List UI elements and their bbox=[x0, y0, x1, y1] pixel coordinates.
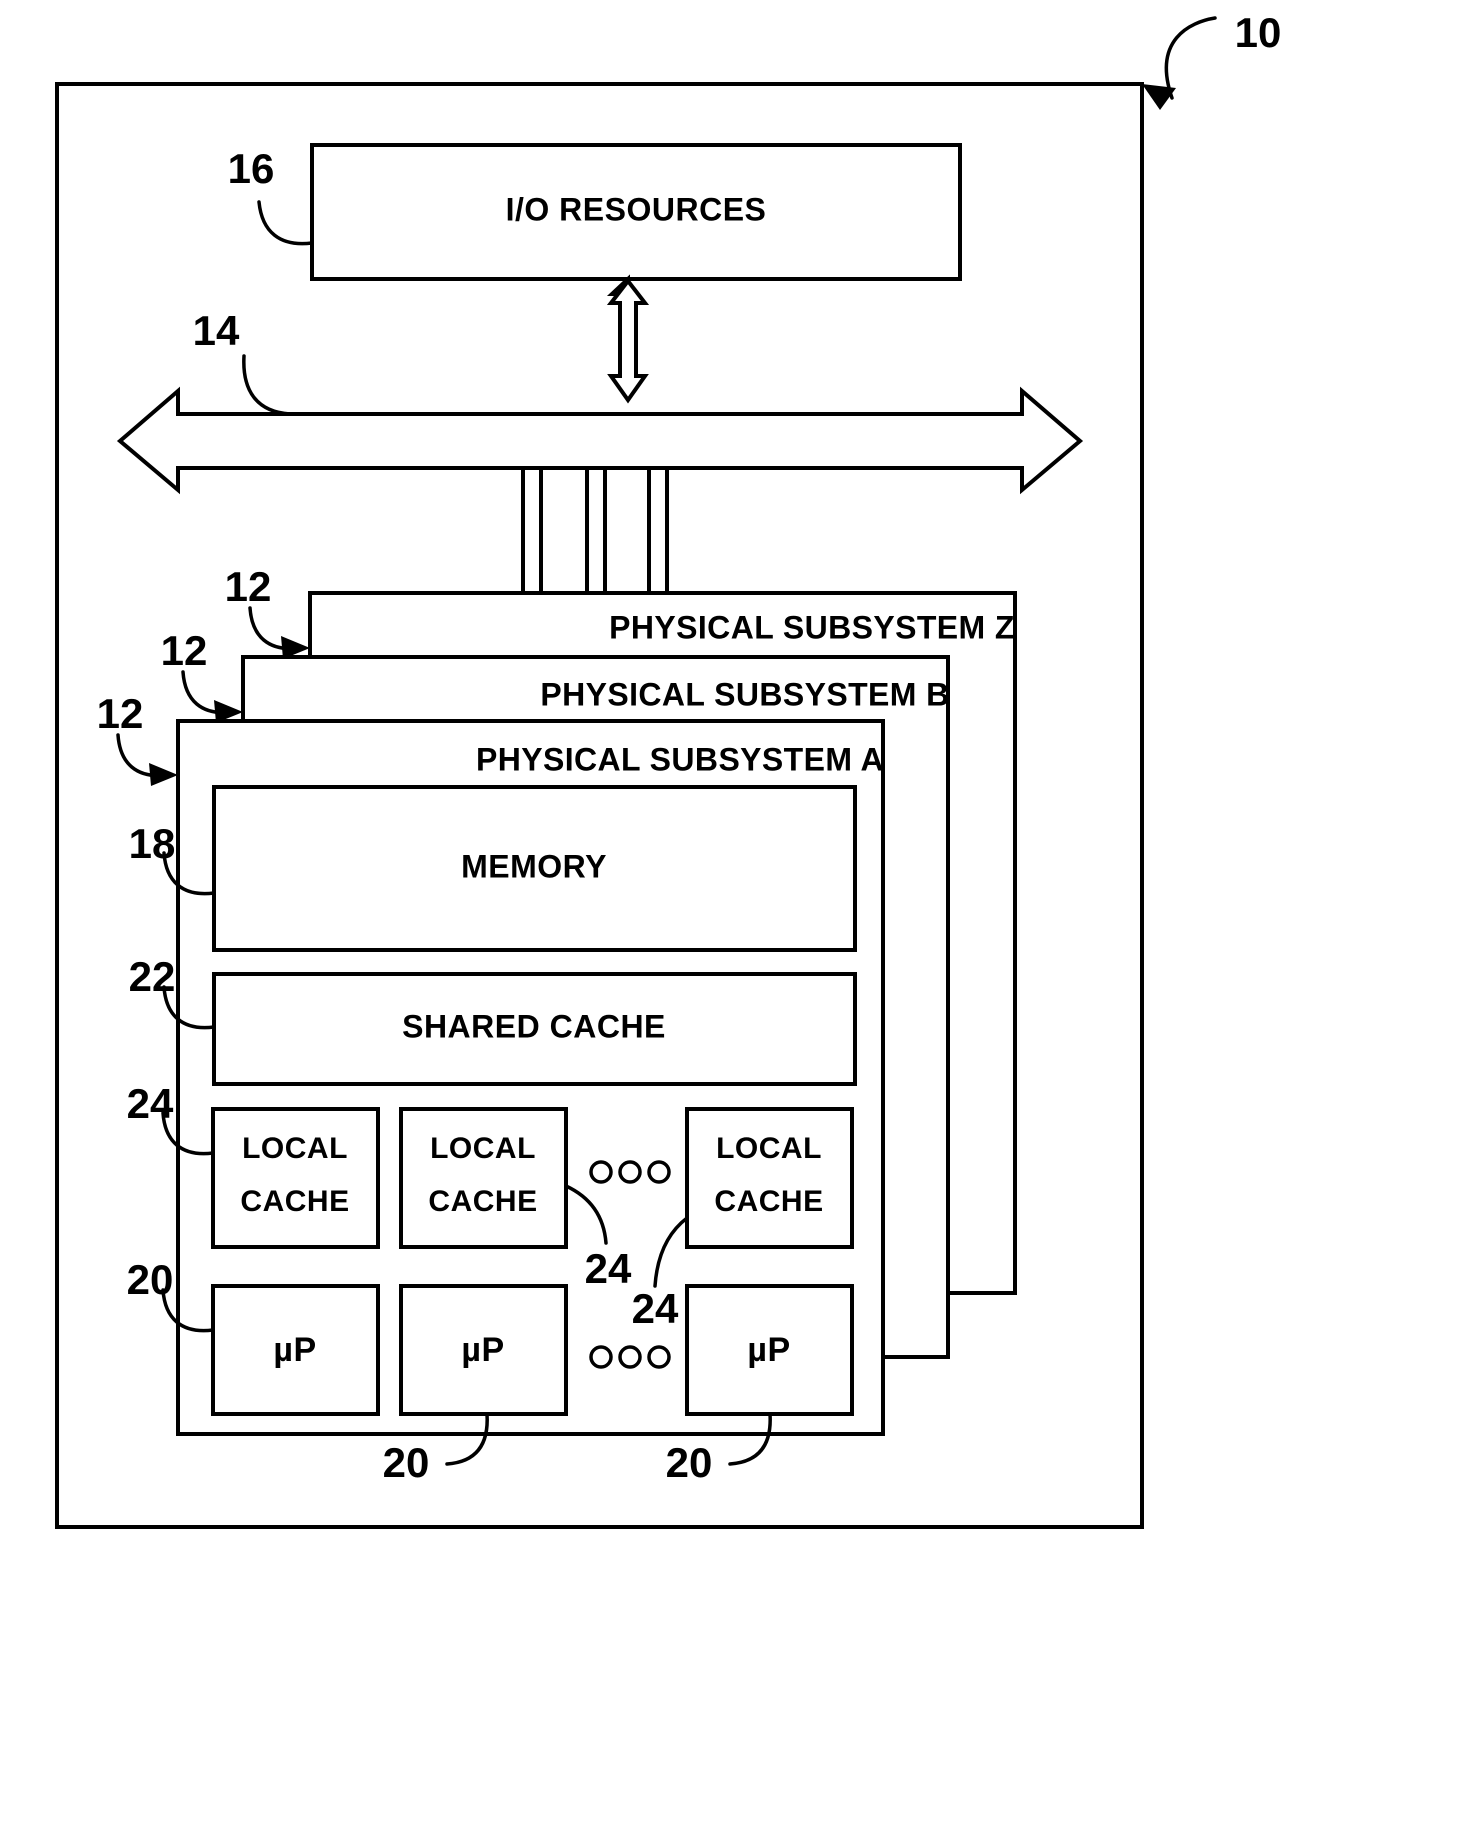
ref-num-12-b: 12 bbox=[161, 627, 208, 674]
ref-num-22: 22 bbox=[129, 953, 176, 1000]
ellipsis-dot-cache-2 bbox=[618, 1160, 642, 1184]
leader-line-10 bbox=[1164, 16, 1217, 100]
ref-num-20-mid: 20 bbox=[383, 1439, 430, 1486]
shared-cache-label: SHARED CACHE bbox=[402, 1008, 666, 1044]
ref-num-10: 10 bbox=[1235, 9, 1282, 56]
local-cache-box-3 bbox=[685, 1107, 854, 1249]
local-cache-label-1-line2: CACHE bbox=[240, 1185, 349, 1218]
ref-num-20-left: 20 bbox=[127, 1256, 174, 1303]
patent-figure: 10 I/O RESOURCES 16 14 PHYSICAL SUBSYSTE… bbox=[0, 0, 1458, 1836]
ref-num-24-mid: 24 bbox=[585, 1245, 632, 1292]
local-cache-label-2-line2: CACHE bbox=[428, 1185, 537, 1218]
ref-num-14: 14 bbox=[193, 307, 240, 354]
ref-num-24-left: 24 bbox=[127, 1080, 174, 1127]
ref-num-12-z: 12 bbox=[225, 563, 272, 610]
subsystem-title-z: PHYSICAL SUBSYSTEM Z bbox=[609, 609, 1015, 645]
local-cache-label-3-line2: CACHE bbox=[714, 1185, 823, 1218]
local-cache-label-2-line1: LOCAL bbox=[430, 1132, 536, 1165]
ref-num-24-right: 24 bbox=[632, 1285, 679, 1332]
ellipsis-dot-up-1 bbox=[589, 1345, 613, 1369]
memory-label: MEMORY bbox=[461, 848, 607, 884]
ellipsis-dot-cache-3 bbox=[647, 1160, 671, 1184]
io-resources-label: I/O RESOURCES bbox=[506, 191, 767, 227]
microprocessor-label-2: µP bbox=[461, 1331, 504, 1369]
ellipsis-dot-cache-1 bbox=[589, 1160, 613, 1184]
ref-num-20-right: 20 bbox=[666, 1439, 713, 1486]
local-cache-label-1-line1: LOCAL bbox=[242, 1132, 348, 1165]
local-cache-label-3-line1: LOCAL bbox=[716, 1132, 822, 1165]
ref-num-16: 16 bbox=[228, 145, 275, 192]
ref-num-12-a: 12 bbox=[97, 690, 144, 737]
microprocessor-label-3: µP bbox=[747, 1331, 790, 1369]
local-cache-box-1 bbox=[211, 1107, 380, 1249]
ellipsis-dot-up-3 bbox=[647, 1345, 671, 1369]
microprocessor-label-1: µP bbox=[273, 1331, 316, 1369]
ellipsis-dot-up-2 bbox=[618, 1345, 642, 1369]
subsystem-title-b: PHYSICAL SUBSYSTEM B bbox=[540, 676, 949, 712]
local-cache-box-2 bbox=[399, 1107, 568, 1249]
subsystem-title-a: PHYSICAL SUBSYSTEM A bbox=[476, 741, 884, 777]
ref-num-18: 18 bbox=[129, 820, 176, 867]
